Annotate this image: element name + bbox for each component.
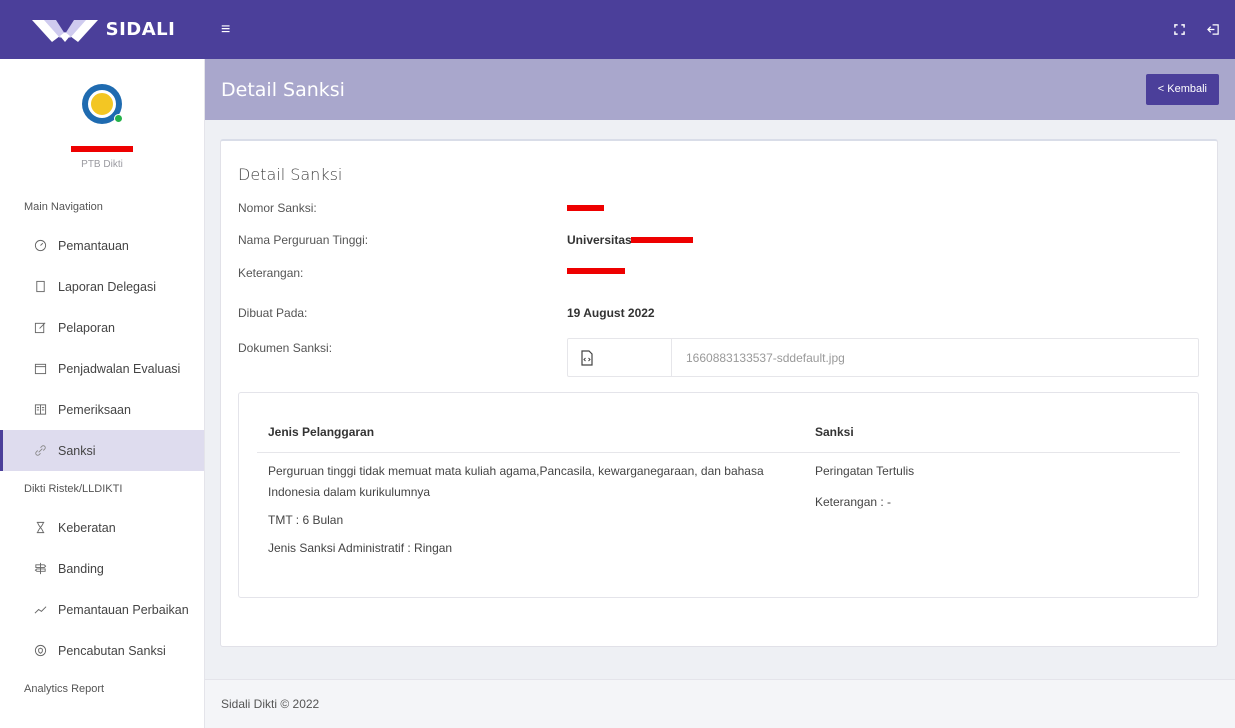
edit-icon [33,321,47,335]
topbar: SIDALI ≡ [0,0,1235,59]
sidebar-item-label: Sanksi [58,443,96,458]
avatar[interactable] [82,84,123,124]
nav-section-main: Main Navigation [24,201,103,213]
sidebar-item-pemantauan[interactable]: Pemantauan [0,225,204,266]
sidebar-item-label: Pencabutan Sanksi [58,643,166,658]
card-title: Detail Sanksi [238,165,343,184]
footer: Sidali Dikti © 2022 [205,679,1235,728]
sidebar-item-label: Pemeriksaan [58,402,131,417]
dibuat-pada-value: 19 August 2022 [567,306,655,320]
sidebar: PTB Dikti Main Navigation Pemantauan Lap… [0,59,205,728]
pelanggaran-text-line1: Perguruan tinggi tidak memuat mata kulia… [268,464,764,478]
fullscreen-icon[interactable] [1171,22,1187,38]
sidebar-item-penjadwalan-evaluasi[interactable]: Penjadwalan Evaluasi [0,348,204,389]
keterangan-label: Keterangan: [238,266,304,280]
redacted-keterangan [567,268,625,274]
redacted-nama-pt [631,237,693,243]
sidebar-item-laporan-delegasi[interactable]: Laporan Delegasi [0,266,204,307]
pelanggaran-table: Jenis Pelanggaran Sanksi Perguruan tingg… [238,392,1199,598]
dibuat-pada-label: Dibuat Pada: [238,306,308,320]
col-jenis-pelanggaran: Jenis Pelanggaran [268,425,375,439]
sidebar-item-pemantauan-perbaikan[interactable]: Pemantauan Perbaikan [0,589,204,630]
sidebar-item-pelaporan[interactable]: Pelaporan [0,307,204,348]
sanksi-keterangan: Keterangan : - [815,495,892,509]
pelanggaran-text-line2: Indonesia dalam kurikulumnya [268,485,431,499]
dokumen-file-name[interactable]: 1660883133537-sddefault.jpg [672,339,845,376]
sidebar-item-sanksi[interactable]: Sanksi [0,430,204,471]
trend-icon [33,603,47,617]
jenis-sanksi-text: Jenis Sanksi Administratif : Ringan [268,541,453,555]
page-header: Detail Sanksi < Kembali [205,59,1235,120]
brand-logo-icon [31,19,98,42]
sidebar-item-pencabutan-sanksi[interactable]: Pencabutan Sanksi [0,630,204,671]
link-icon [33,444,47,458]
dokumen-sanksi-box[interactable]: 1660883133537-sddefault.jpg [567,338,1199,377]
hourglass-icon [33,521,47,535]
calendar-icon [33,362,47,376]
sidebar-item-label: Banding [58,561,104,576]
redacted-nomor-sanksi [567,205,604,211]
redacted-user-name [71,146,133,152]
sidebar-item-label: Pemantauan [58,238,129,253]
sidebar-item-label: Keberatan [58,520,116,535]
nomor-sanksi-label: Nomor Sanksi: [238,201,317,215]
book-icon [33,403,47,417]
sidebar-item-keberatan[interactable]: Keberatan [0,507,204,548]
gauge-icon [33,239,47,253]
sidebar-item-banding[interactable]: Banding [0,548,204,589]
col-sanksi: Sanksi [815,425,854,439]
sidebar-item-label: Laporan Delegasi [58,279,156,294]
online-status-dot [114,114,123,123]
nama-pt-value: Universitas [567,233,632,247]
file-code-icon[interactable] [568,339,672,376]
dokumen-sanksi-label: Dokumen Sanksi: [238,341,333,355]
logout-icon[interactable] [1205,22,1221,38]
topbar-actions [1171,22,1221,38]
user-role: PTB Dikti [81,159,123,170]
detail-card: Detail Sanksi Nomor Sanksi: Nama Perguru… [220,139,1218,647]
sanksi-value: Peringatan Tertulis [815,464,915,478]
table-header-divider [257,452,1180,453]
sidebar-item-label: Pemantauan Perbaikan [58,602,189,617]
nav-section-dikti: Dikti Ristek/LLDIKTI [24,483,123,495]
brand[interactable]: SIDALI [0,0,205,59]
nav-section-analytics[interactable]: Analytics Report [0,671,204,707]
sidebar-item-label: Pelaporan [58,320,115,335]
sidebar-item-label: Penjadwalan Evaluasi [58,361,181,376]
page-title: Detail Sanksi [221,78,345,101]
signpost-icon [33,562,47,576]
back-button[interactable]: < Kembali [1145,74,1219,105]
hamburger-icon[interactable]: ≡ [221,21,241,39]
nama-pt-label: Nama Perguruan Tinggi: [238,233,369,247]
footer-text: Sidali Dikti © 2022 [221,697,320,711]
brand-name: SIDALI [105,19,176,40]
sidebar-item-pemeriksaan[interactable]: Pemeriksaan [0,389,204,430]
tmt-text: TMT : 6 Bulan [268,513,344,527]
shield-icon [33,644,47,658]
document-icon [33,280,47,294]
user-profile: PTB Dikti [0,59,204,189]
